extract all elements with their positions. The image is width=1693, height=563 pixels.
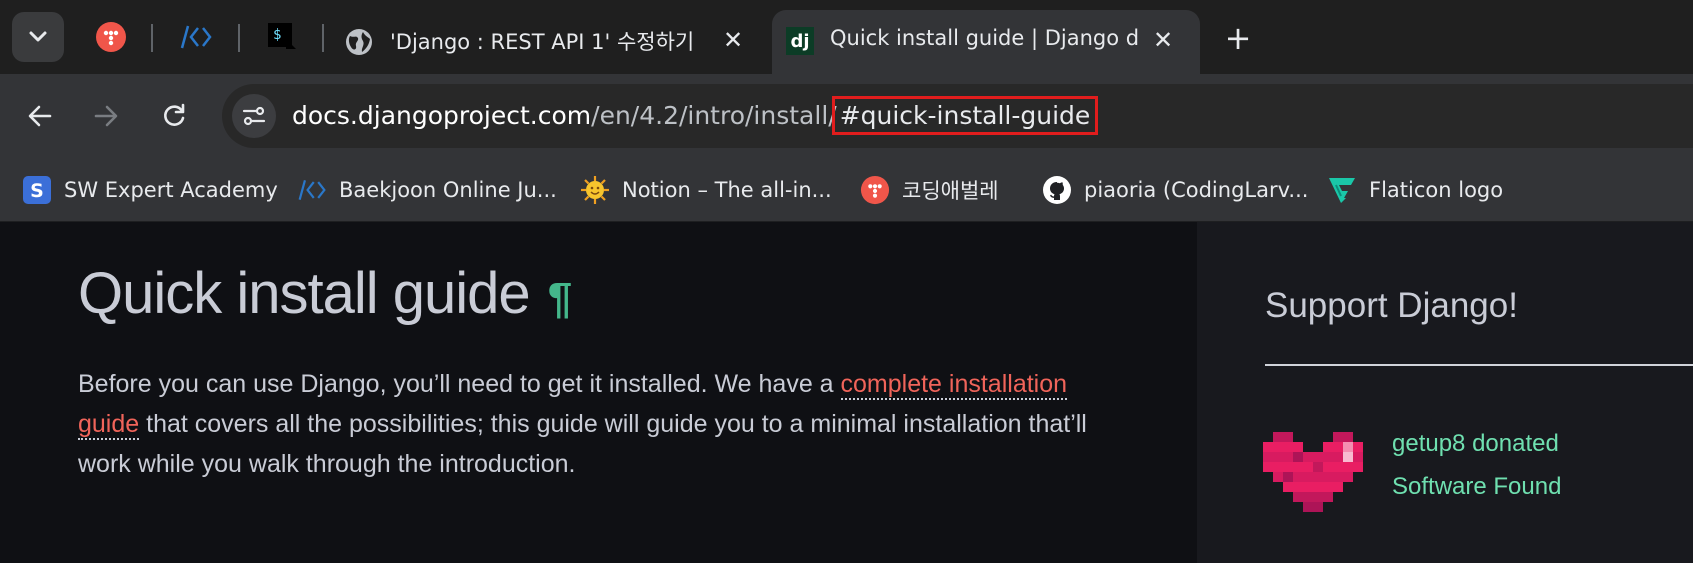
reload-icon	[164, 103, 185, 126]
pinned-tab-baekjoon[interactable]	[178, 18, 214, 56]
tab-search-button[interactable]	[12, 12, 64, 62]
django-favicon-icon: dj	[786, 27, 814, 55]
bookmark-label: piaoria (CodingLarv...	[1084, 178, 1309, 202]
sun-emoji-icon	[580, 175, 610, 205]
pinned-tab-codingworm[interactable]	[93, 18, 129, 56]
tab-title: 'Django : REST API 1' 수정하기	[390, 30, 695, 54]
donor-line[interactable]: getup8 donated	[1392, 422, 1561, 465]
tab-title: Quick install guide | Django documentati…	[830, 26, 1140, 50]
codingworm-icon	[96, 22, 126, 52]
reload-button[interactable]	[152, 94, 196, 138]
bookmark-baekjoon[interactable]: Baekjoon Online Ju...	[297, 170, 557, 210]
baekjoon-icon	[297, 175, 327, 205]
tab-django-rest-api[interactable]: 'Django : REST API 1' 수정하기 ✕	[332, 10, 770, 74]
bookmark-label: SW Expert Academy	[64, 178, 278, 202]
terminal-dollar-icon: $	[268, 23, 296, 49]
tab-separator	[151, 24, 153, 52]
donor-text: getup8 donated Software Found	[1392, 422, 1561, 508]
bookmark-label: Flaticon logo	[1369, 178, 1504, 202]
forward-button[interactable]	[84, 94, 128, 138]
bookmark-swea[interactable]: S SW Expert Academy	[22, 170, 278, 210]
browser-toolbar: docs.djangoproject.com/en/4.2/intro/inst…	[0, 74, 1693, 158]
site-info-button[interactable]	[232, 94, 276, 138]
address-bar[interactable]: docs.djangoproject.com/en/4.2/intro/inst…	[222, 84, 1693, 148]
bookmarks-bar: S SW Expert Academy Baekjoon Online Ju..…	[0, 158, 1693, 222]
pixel-heart-icon	[1263, 432, 1363, 512]
new-tab-button[interactable]: +	[1220, 19, 1256, 57]
page-viewport: Quick install guide ¶ Before you can use …	[0, 222, 1693, 563]
close-tab-icon[interactable]: ✕	[720, 26, 746, 54]
url-text[interactable]: docs.djangoproject.com/en/4.2/intro/inst…	[292, 96, 1099, 135]
url-domain: docs.djangoproject.com	[292, 101, 592, 130]
heading-permalink[interactable]: ¶	[548, 274, 573, 323]
codingworm-icon	[860, 175, 890, 205]
sidebar-title: Support Django!	[1265, 286, 1518, 325]
intro-text-before: Before you can use Django, you’ll need t…	[78, 370, 841, 398]
baekjoon-icon	[180, 25, 212, 49]
swea-icon: S	[22, 175, 52, 205]
globe-icon	[346, 29, 372, 55]
tab-strip: $ 'Django : REST API 1' 수정하기 ✕ dj Quick …	[0, 0, 1693, 74]
url-fragment-highlight: #quick-install-guide	[831, 96, 1099, 135]
tab-quick-install-guide[interactable]: dj Quick install guide | Django document…	[772, 10, 1200, 74]
bookmark-notion[interactable]: Notion – The all-in...	[580, 170, 832, 210]
chevron-down-icon	[29, 31, 47, 42]
svg-text:$: $	[273, 27, 281, 43]
url-path: /en/4.2/intro/install/	[591, 101, 837, 130]
bookmark-label: 코딩애벌레	[902, 179, 999, 203]
back-button[interactable]	[18, 94, 62, 138]
back-arrow-icon	[28, 105, 52, 127]
svg-text:S: S	[30, 180, 44, 202]
flaticon-icon	[1327, 175, 1357, 205]
pinned-tab-dollar[interactable]: $	[264, 18, 300, 56]
intro-text-after: that covers all the possibilities; this …	[78, 410, 1087, 478]
close-tab-icon[interactable]: ✕	[1150, 26, 1176, 54]
bookmark-flaticon[interactable]: Flaticon logo	[1327, 170, 1503, 210]
bookmark-label: Notion – The all-in...	[622, 178, 832, 202]
bookmark-label: Baekjoon Online Ju...	[339, 178, 557, 202]
main-content: Quick install guide ¶ Before you can use …	[0, 222, 1197, 563]
github-icon	[1042, 175, 1072, 205]
intro-paragraph: Before you can use Django, you’ll need t…	[78, 364, 1118, 484]
sidebar: Support Django! getup8 donated Software …	[1197, 222, 1693, 563]
donor-line[interactable]: Software Found	[1392, 465, 1561, 508]
forward-arrow-icon	[94, 105, 118, 127]
tab-separator	[322, 24, 324, 52]
bookmark-codingworm[interactable]: 코딩애벌레	[860, 170, 999, 210]
bookmark-github[interactable]: piaoria (CodingLarv...	[1042, 170, 1308, 210]
tab-separator	[238, 24, 240, 52]
page-title: Quick install guide ¶	[78, 260, 573, 327]
page-title-text: Quick install guide	[78, 261, 531, 326]
sidebar-divider	[1265, 364, 1693, 366]
tune-settings-icon	[242, 106, 266, 126]
